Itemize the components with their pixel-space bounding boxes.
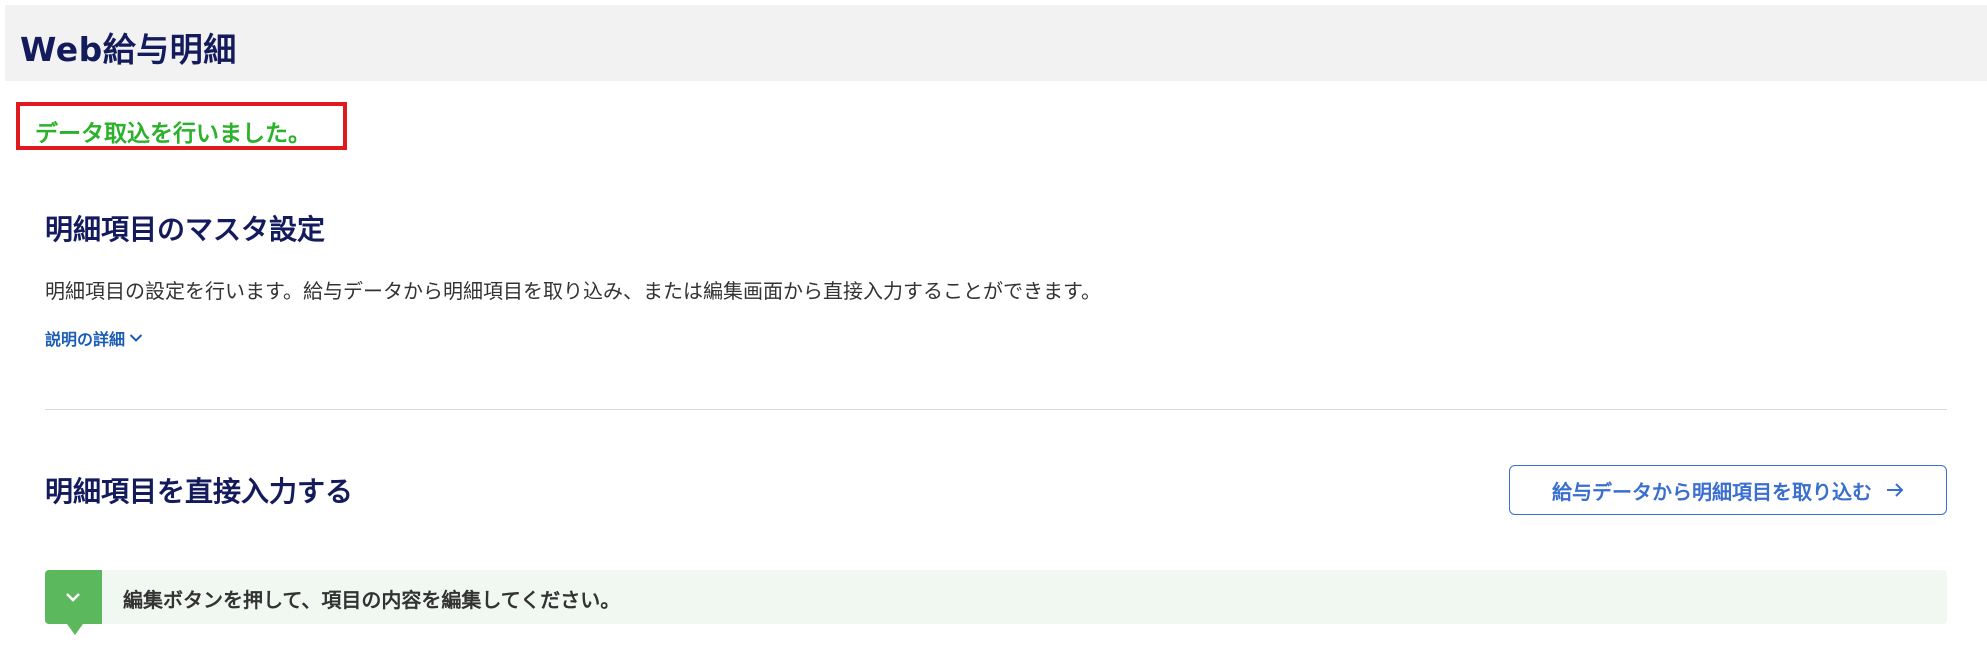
import-button-label: 給与データから明細項目を取り込む	[1552, 479, 1872, 504]
success-alert: データ取込を行いました。	[16, 102, 347, 150]
section-divider	[45, 409, 1947, 410]
chevron-down-icon	[66, 593, 80, 602]
chevron-down-icon	[129, 334, 143, 342]
import-from-salary-data-button[interactable]: 給与データから明細項目を取り込む	[1509, 465, 1947, 515]
info-bar: 編集ボタンを押して、項目の内容を編集してください。	[45, 570, 1947, 635]
arrow-right-icon	[1887, 483, 1904, 497]
direct-input-section-title: 明細項目を直接入力する	[45, 475, 354, 508]
app-header: Web給与明細	[5, 5, 1987, 81]
info-pointer	[67, 624, 83, 635]
alert-message: データ取込を行いました。	[35, 121, 311, 147]
details-link-label: 説明の詳細	[45, 330, 126, 349]
info-message: 編集ボタンを押して、項目の内容を編集してください。	[123, 588, 621, 612]
master-section-title: 明細項目のマスタ設定	[45, 213, 326, 246]
app-title: Web給与明細	[20, 30, 237, 69]
info-expand-toggle[interactable]	[45, 570, 102, 624]
details-toggle-link[interactable]: 説明の詳細	[45, 326, 143, 350]
master-section-description: 明細項目の設定を行います。給与データから明細項目を取り込み、または編集画面から直…	[45, 279, 1101, 303]
